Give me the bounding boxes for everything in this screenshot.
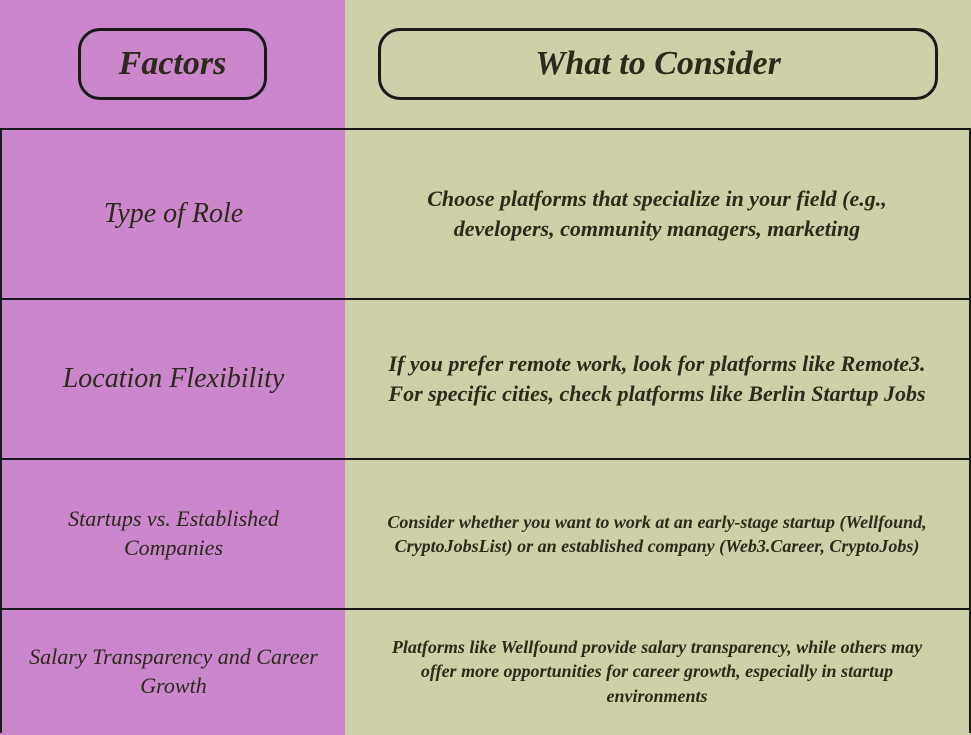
factor-label: Salary Transparency and Career Growth [24,643,323,700]
consider-text: Consider whether you want to work at an … [375,510,939,559]
factor-label: Type of Role [104,196,243,232]
consider-column: What to Consider Choose platforms that s… [345,0,971,735]
table-row: Startups vs. Established Companies [0,458,345,608]
table-row: Platforms like Wellfound provide salary … [345,608,971,733]
table-row: Consider whether you want to work at an … [345,458,971,608]
factors-header: Factors [78,28,268,100]
table-row: Salary Transparency and Career Growth [0,608,345,733]
table-row: If you prefer remote work, look for plat… [345,298,971,458]
factor-label: Startups vs. Established Companies [24,505,323,562]
consider-text: Platforms like Wellfound provide salary … [375,635,939,708]
factors-header-cell: Factors [0,0,345,128]
consider-text: Choose platforms that specialize in your… [375,184,939,243]
consider-header: What to Consider [378,28,938,100]
consider-text: If you prefer remote work, look for plat… [375,349,939,408]
factors-column: Factors Type of Role Location Flexibilit… [0,0,345,735]
table-row: Type of Role [0,128,345,298]
factor-label: Location Flexibility [63,361,285,397]
table-row: Choose platforms that specialize in your… [345,128,971,298]
table-row: Location Flexibility [0,298,345,458]
consider-header-cell: What to Consider [345,0,971,128]
